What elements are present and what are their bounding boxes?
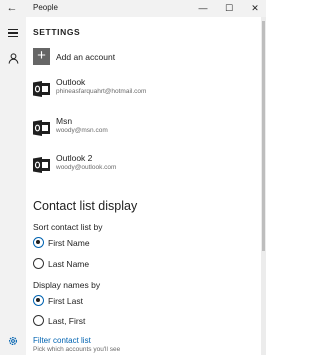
radio-button[interactable] bbox=[33, 315, 44, 326]
nav-rail bbox=[0, 17, 26, 355]
scrollbar-thumb[interactable] bbox=[262, 21, 265, 251]
contact-list-display-heading: Contact list display bbox=[33, 199, 138, 213]
radio-label: Last, First bbox=[48, 316, 86, 326]
window-title: People bbox=[33, 3, 58, 12]
account-name: Msn bbox=[56, 116, 73, 126]
display-first-last-radio[interactable]: First Last bbox=[33, 295, 183, 307]
settings-header: SETTINGS bbox=[33, 27, 81, 37]
plus-icon: + bbox=[33, 48, 50, 65]
outlook-icon bbox=[33, 157, 50, 173]
account-item-outlook-2[interactable]: Outlook 2 woody@outlook.com bbox=[33, 153, 233, 177]
display-last-first-radio[interactable]: Last, First bbox=[33, 315, 183, 327]
radio-label: Last Name bbox=[48, 259, 90, 269]
maximize-button[interactable]: ☐ bbox=[218, 0, 240, 17]
outlook-icon bbox=[33, 120, 50, 136]
account-name: Outlook 2 bbox=[56, 153, 93, 163]
sort-by-label: Sort contact list by bbox=[33, 222, 103, 232]
outlook-icon bbox=[33, 81, 50, 97]
person-icon[interactable] bbox=[8, 53, 19, 64]
account-item-outlook[interactable]: Outlook phineasfarquahrt@hotmail.com bbox=[33, 77, 233, 101]
sort-first-name-radio[interactable]: First Name bbox=[33, 237, 183, 249]
radio-button[interactable] bbox=[33, 237, 44, 248]
radio-button[interactable] bbox=[33, 295, 44, 306]
close-button[interactable]: ✕ bbox=[244, 0, 266, 17]
account-email: phineasfarquahrt@hotmail.com bbox=[56, 88, 147, 95]
account-name: Outlook bbox=[56, 77, 86, 87]
gear-icon[interactable] bbox=[7, 335, 19, 347]
account-email: woody@outlook.com bbox=[56, 164, 117, 171]
sort-last-name-radio[interactable]: Last Name bbox=[33, 258, 183, 270]
back-arrow-icon[interactable]: ← bbox=[6, 2, 18, 14]
scrollbar[interactable] bbox=[261, 17, 266, 355]
title-bar: ← People — ☐ ✕ bbox=[0, 0, 266, 17]
radio-label: First Name bbox=[48, 238, 90, 248]
account-email: woody@msn.com bbox=[56, 127, 108, 134]
radio-label: First Last bbox=[48, 296, 83, 306]
add-account-label: Add an account bbox=[56, 52, 116, 62]
account-item-msn[interactable]: Msn woody@msn.com bbox=[33, 116, 233, 140]
radio-button[interactable] bbox=[33, 258, 44, 269]
display-names-label: Display names by bbox=[33, 280, 101, 290]
filter-contact-list-link[interactable]: Filter contact list bbox=[33, 336, 91, 345]
hamburger-icon[interactable] bbox=[8, 29, 18, 38]
filter-contact-list-subtext: Pick which accounts you'll see bbox=[33, 346, 121, 353]
minimize-button[interactable]: — bbox=[192, 0, 214, 17]
add-account-button[interactable]: + Add an account bbox=[33, 48, 233, 66]
